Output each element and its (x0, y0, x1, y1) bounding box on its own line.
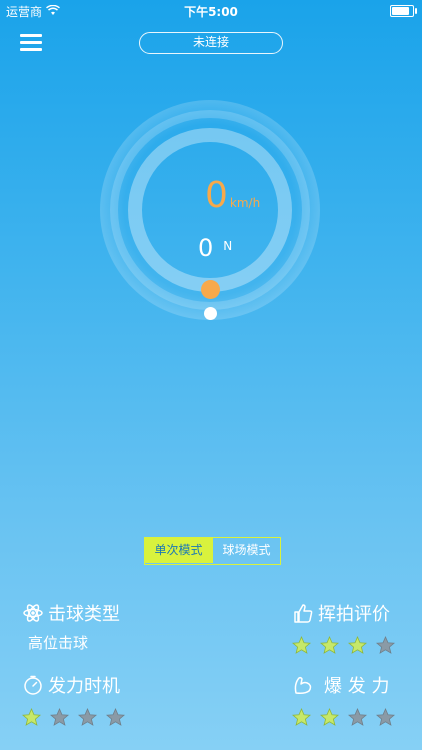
court-mode-button[interactable]: 球场模式 (212, 538, 280, 563)
timing-title-row: 发力时机 (22, 672, 125, 698)
mode-toggle: 单次模式 球场模式 (144, 537, 281, 565)
power-stars (292, 708, 395, 727)
star-filled-icon (292, 636, 311, 655)
swing-rating-stars (292, 636, 395, 655)
speed-value: 0 (205, 175, 228, 216)
hit-type-panel: 击球类型 高位击球 (22, 600, 120, 653)
power-title: 爆 发 力 (324, 676, 390, 697)
swing-rating-panel: 挥拍评价 (292, 600, 395, 655)
force-value: 0 (198, 234, 214, 262)
power-title-row: 爆 发 力 (292, 672, 395, 698)
star-filled-icon (348, 636, 367, 655)
swing-rating-title-row: 挥拍评价 (292, 600, 395, 626)
timing-title: 发力时机 (48, 676, 120, 697)
force-indicator-dot (204, 307, 217, 320)
connection-status-button[interactable]: 未连接 (139, 32, 283, 54)
hit-type-title: 击球类型 (48, 604, 120, 625)
force-unit: N (223, 239, 233, 253)
hit-type-title-row: 击球类型 (22, 600, 120, 626)
power-panel: 爆 发 力 (292, 672, 395, 727)
speed-indicator-dot (201, 280, 220, 299)
atom-icon (22, 602, 44, 624)
star-filled-icon (292, 708, 311, 727)
star-empty-icon (376, 636, 395, 655)
star-empty-icon (106, 708, 125, 727)
star-filled-icon (22, 708, 41, 727)
star-empty-icon (348, 708, 367, 727)
status-bar: 运营商 下午5:00 (0, 0, 422, 22)
thumbs-up-icon (292, 602, 314, 624)
hit-type-value: 高位击球 (28, 634, 89, 652)
star-empty-icon (78, 708, 97, 727)
force-readout: 0N (198, 234, 232, 262)
status-time: 下午5:00 (184, 5, 238, 19)
timing-panel: 发力时机 (22, 672, 125, 727)
swing-rating-title: 挥拍评价 (318, 604, 390, 625)
menu-button[interactable] (20, 34, 42, 52)
star-filled-icon (320, 636, 339, 655)
speed-unit: km/h (229, 196, 261, 210)
single-mode-button[interactable]: 单次模式 (145, 538, 212, 563)
hamburger-menu-icon (20, 34, 42, 37)
hamburger-line (20, 48, 42, 51)
flexed-arm-icon (292, 674, 314, 696)
speed-readout: 0 km/h (205, 178, 260, 214)
stopwatch-icon (22, 674, 44, 696)
star-empty-icon (376, 708, 395, 727)
timing-stars (22, 708, 125, 727)
battery-icon (390, 5, 417, 17)
battery-fill (392, 7, 410, 15)
hamburger-line (20, 41, 42, 44)
star-filled-icon (320, 708, 339, 727)
star-empty-icon (50, 708, 69, 727)
